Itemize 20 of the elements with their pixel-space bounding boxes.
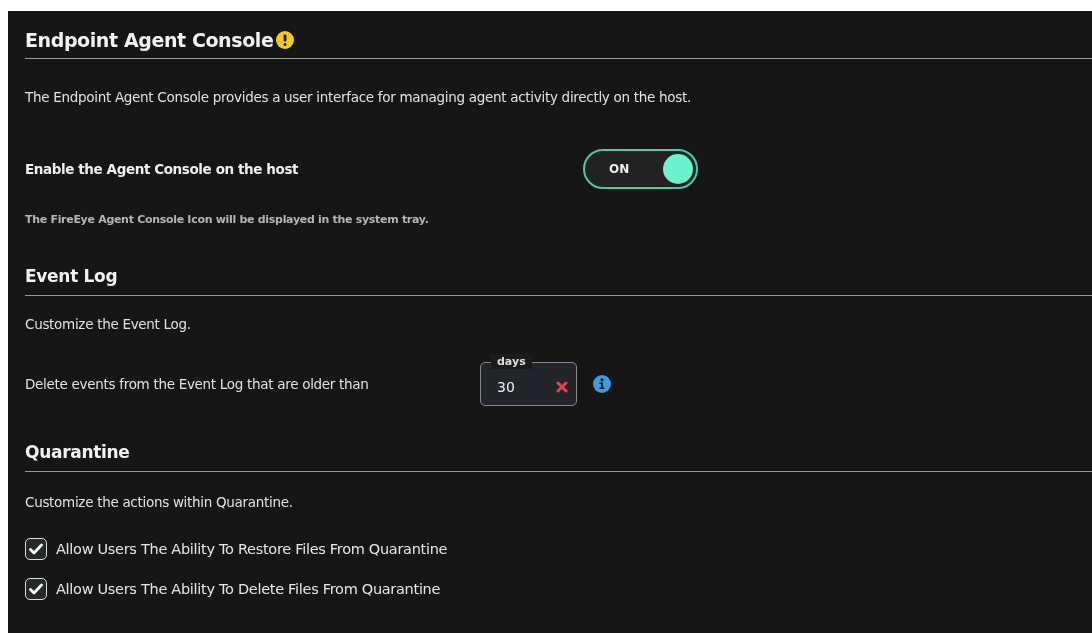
toggle-hint: The FireEye Agent Console Icon will be displayed in the system tray.	[25, 213, 430, 226]
console-toggle[interactable]: ON	[583, 149, 698, 189]
checkbox-label: Allow Users The Ability To Delete Files From Quarantine	[56, 581, 441, 597]
info-icon[interactable]	[593, 375, 611, 393]
toggle-label: Enable the Agent Console on the host	[25, 161, 300, 177]
page-title: Endpoint Agent Console	[25, 29, 274, 51]
checkbox-label: Allow Users The Ability To Restore Files From Quarantine	[56, 541, 448, 557]
section-description: Customize the Event Log.	[25, 316, 192, 332]
checkmark-icon	[29, 543, 43, 555]
checkbox[interactable]	[25, 578, 47, 600]
checkmark-icon	[29, 583, 43, 595]
field-label: days	[491, 354, 532, 369]
section-description: Customize the actions within Quarantine.	[25, 494, 294, 510]
section-heading: Event Log	[25, 266, 1092, 296]
description: The Endpoint Agent Console provides a user interface for managing agent activity directly on the host.	[25, 89, 692, 105]
checkbox[interactable]	[25, 538, 47, 560]
section-heading: Quarantine	[25, 442, 1092, 472]
retention-label: Delete events from the Event Log that are older than	[25, 376, 370, 392]
clear-icon[interactable]	[556, 381, 568, 393]
warning-icon	[276, 31, 295, 49]
